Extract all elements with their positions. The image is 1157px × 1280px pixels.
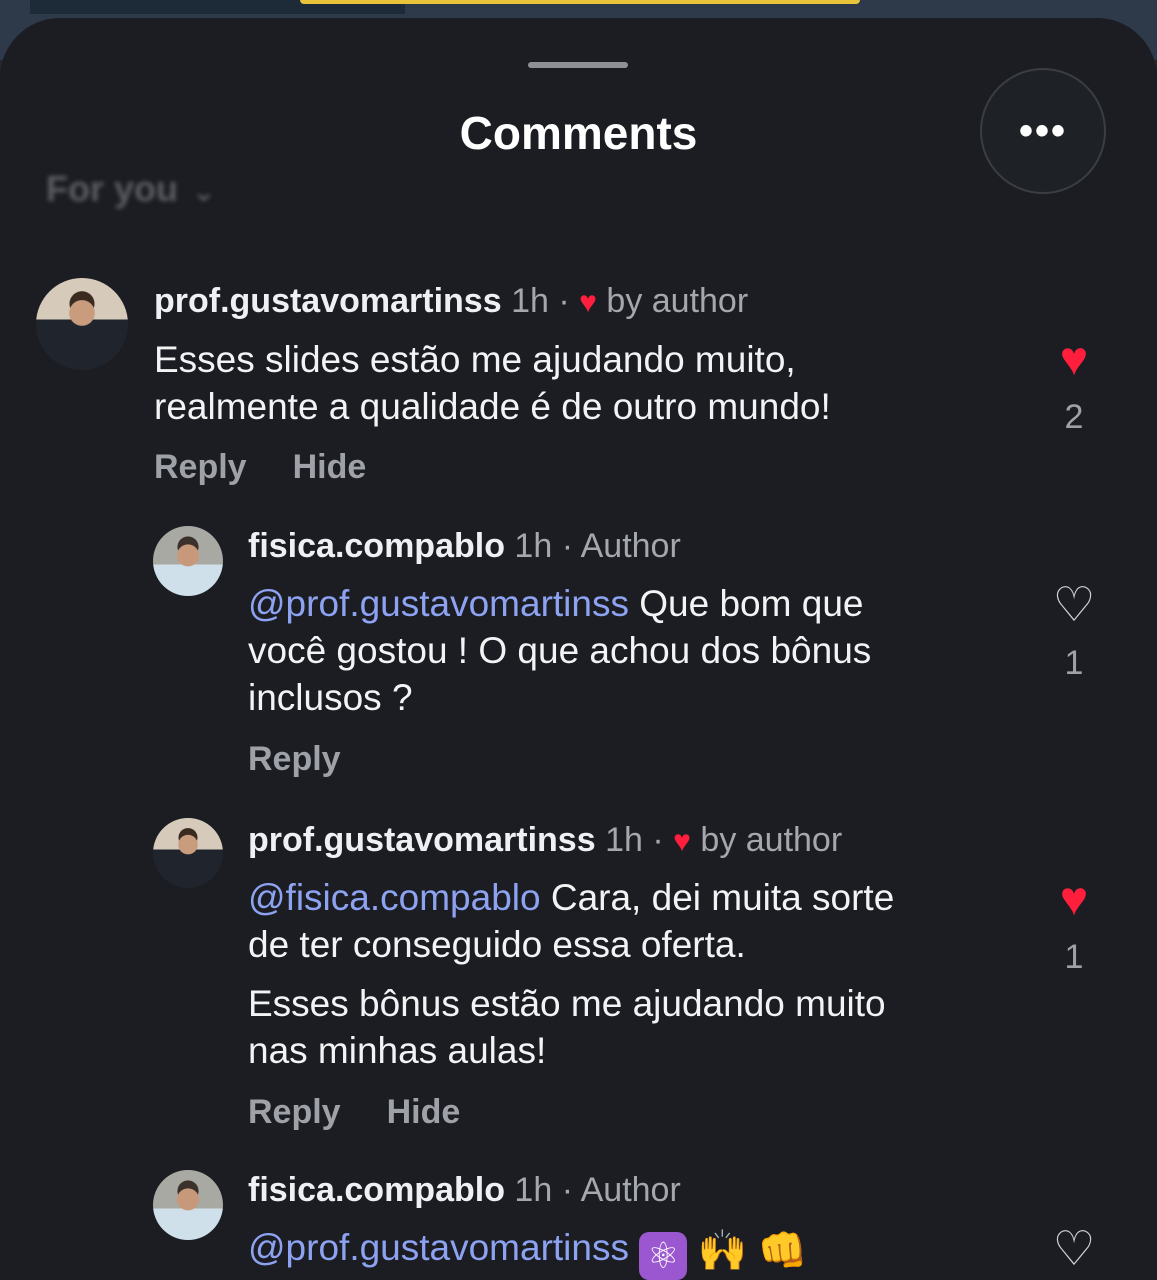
comment-line: Que bom que [639,583,864,624]
comment-header: fisica.compablo 1h · Author [248,527,681,566]
like-control: ♥ 2 [1044,334,1104,437]
more-options-button[interactable]: ••• [980,68,1106,194]
comment-line: inclusos ? [248,677,413,718]
sort-filter-dropdown[interactable]: For you ⌄ [46,168,215,210]
comment-actions: Reply Hide [154,448,412,487]
comment-line: Cara, dei muita sorte [550,877,895,918]
heart-outline-icon[interactable]: ♡ [1044,580,1104,632]
timestamp: 1h [511,282,549,320]
like-count: 2 [1064,398,1084,436]
avatar[interactable] [153,818,223,888]
reply-button[interactable]: Reply [248,740,341,778]
atom-emoji-icon: ⚛ [639,1232,688,1280]
avatar[interactable] [153,526,223,596]
comment-header: fisica.compablo 1h · Author [248,1171,681,1210]
comment-text: Esses slides estão me ajudando muito, re… [154,336,831,430]
separator: · [652,821,664,859]
heart-icon: ♥ [579,286,597,319]
comment-line: você gostou ! O que achou dos bônus [248,630,872,671]
comment-header: prof.gustavomartinss 1h · ♥ by author [248,821,842,860]
timestamp: 1h [605,821,643,859]
comment-text: @prof.gustavomartinss ⚛ 🙌 👊 [248,1224,807,1280]
like-control: ♡ 1 [1044,580,1104,683]
timestamp: 1h [514,1171,553,1209]
comment-text: @fisica.compablo Cara, dei muita sorte d… [248,874,894,1074]
like-count: 1 [1064,644,1084,682]
mention-link[interactable]: @prof.gustavomartinss [248,583,629,624]
author-badge: Author [580,527,681,565]
comment-line: realmente a qualidade é de outro mundo! [154,386,831,427]
heart-filled-icon[interactable]: ♥ [1044,874,1104,926]
comment-actions: Reply [248,740,387,779]
avatar[interactable] [153,1170,223,1240]
comment-line: de ter conseguido essa oferta. [248,924,746,965]
separator: · [558,282,570,320]
raised-hands-emoji-icon: 🙌 [697,1229,748,1273]
username[interactable]: prof.gustavomartinss [154,282,502,320]
background-accent [300,0,860,4]
comment-line: Esses slides estão me ajudando muito, [154,339,796,380]
comment-header: prof.gustavomartinss 1h · ♥ by author [154,282,748,321]
heart-outline-icon[interactable]: ♡ [1044,1224,1104,1276]
author-like-badge: by author [700,821,843,859]
comment-actions: Reply Hide [248,1093,506,1132]
filter-label: For you [46,168,178,209]
like-count: 1 [1064,938,1084,976]
author-like-badge: by author [606,282,749,320]
timestamp: 1h [514,527,553,565]
reply-button[interactable]: Reply [154,448,247,486]
hide-button[interactable]: Hide [387,1093,461,1131]
username[interactable]: prof.gustavomartinss [248,821,596,859]
fist-bump-emoji-icon: 👊 [757,1229,808,1273]
like-control: ♥ 1 [1044,874,1104,977]
mention-link[interactable]: @fisica.compablo [248,877,541,918]
separator: · [561,1171,574,1209]
chevron-down-icon: ⌄ [192,176,216,207]
comment-line: Esses bônus estão me ajudando muito [248,983,886,1024]
hide-button[interactable]: Hide [293,448,367,486]
separator: · [561,527,574,565]
mention-link[interactable]: @prof.gustavomartinss [248,1227,629,1268]
like-control: ♡ [1044,1224,1104,1276]
drag-handle[interactable] [528,62,628,68]
comments-sheet: Comments ••• For you ⌄ prof.gustavomartin… [0,18,1157,1280]
username[interactable]: fisica.compablo [248,527,505,565]
heart-filled-icon[interactable]: ♥ [1044,334,1104,386]
avatar[interactable] [36,278,128,370]
username[interactable]: fisica.compablo [248,1171,505,1209]
author-badge: Author [580,1171,681,1209]
reply-button[interactable]: Reply [248,1093,341,1131]
comment-text: @prof.gustavomartinss Que bom que você g… [248,580,871,721]
comment-line: nas minhas aulas! [248,1030,547,1071]
heart-icon: ♥ [673,825,691,858]
more-icon: ••• [1018,108,1067,153]
